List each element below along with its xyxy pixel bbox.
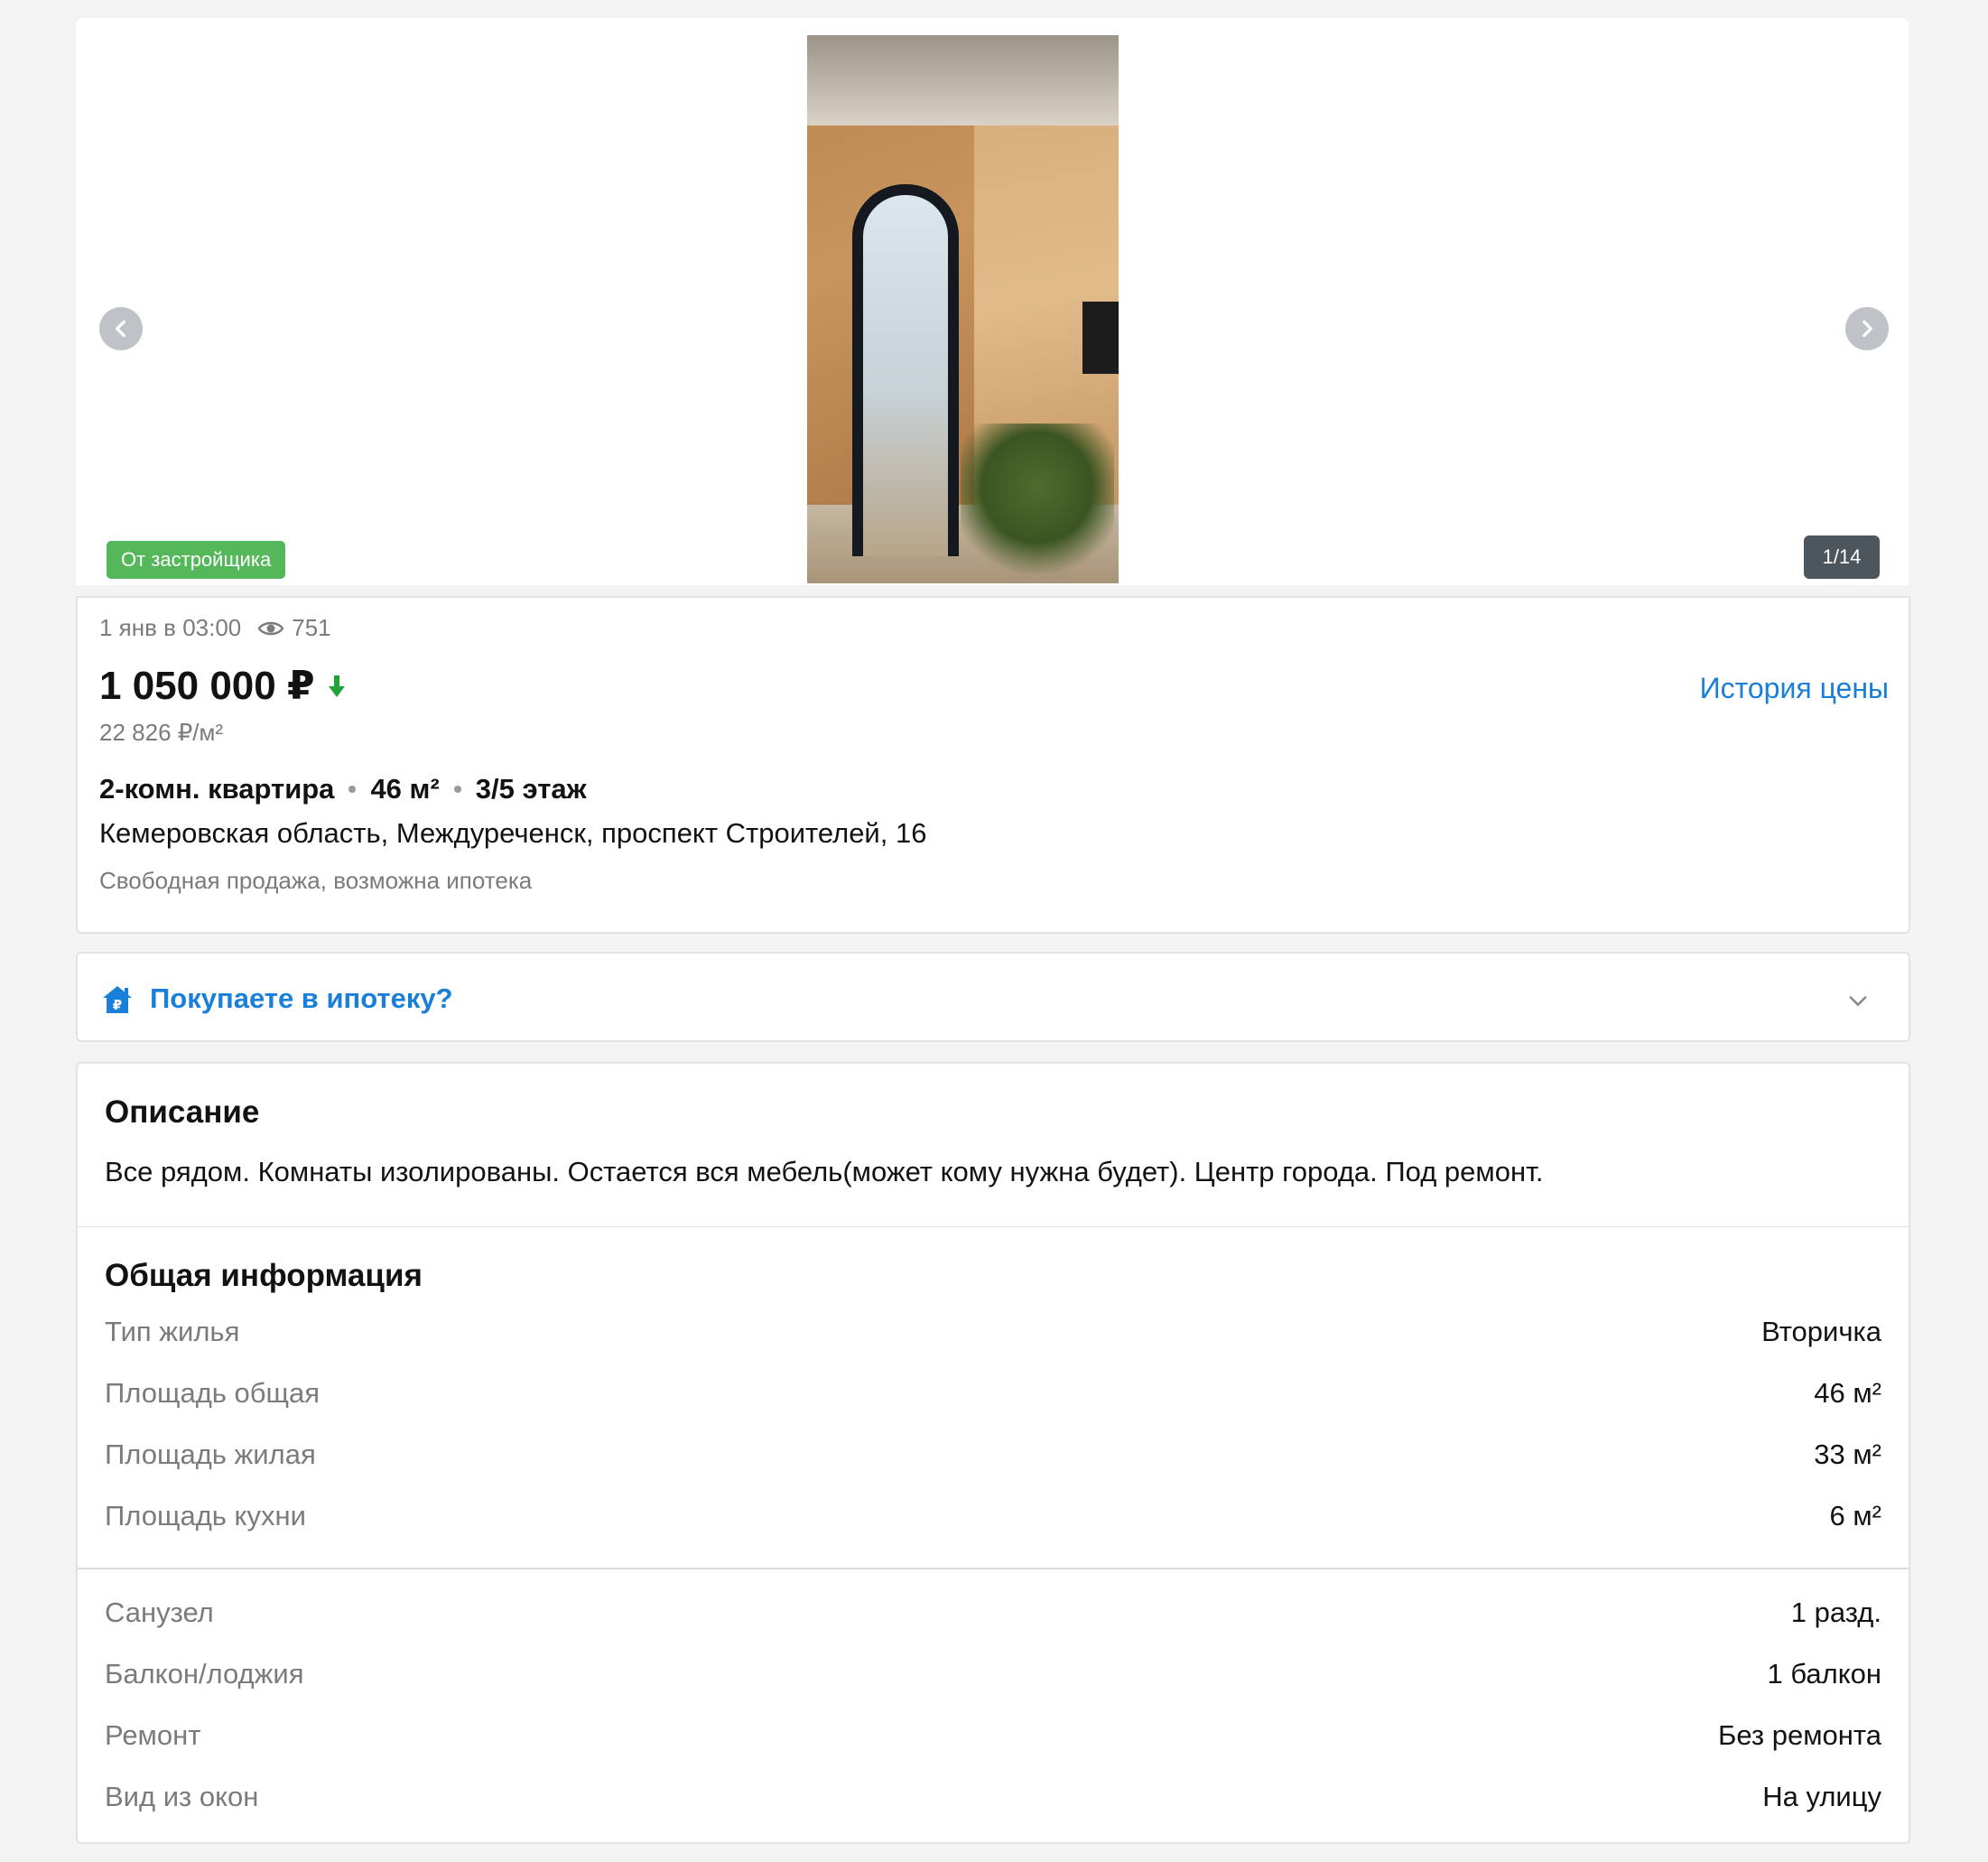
param-key: Тип жилья bbox=[105, 1316, 240, 1347]
photo-plant bbox=[961, 424, 1114, 583]
param-value: 1 балкон bbox=[1767, 1658, 1882, 1690]
param-value: Без ремонта bbox=[1718, 1719, 1881, 1751]
photo-counter: 1/14 bbox=[1804, 535, 1880, 579]
param-key: Балкон/лоджия bbox=[105, 1658, 304, 1690]
param-row: Площадь жилая 33 м² bbox=[105, 1438, 1881, 1475]
param-row: Площадь общая 46 м² bbox=[105, 1377, 1881, 1413]
chevron-right-icon bbox=[1863, 320, 1872, 338]
listing-photo[interactable] bbox=[807, 35, 1119, 583]
general-info-title: Общая информация bbox=[105, 1258, 423, 1293]
mortgage-accordion[interactable]: ₽ Покупаете в ипотеку? bbox=[76, 952, 1910, 1042]
chevron-down-icon[interactable] bbox=[1845, 988, 1871, 1013]
param-row: Вид из окон На улицу bbox=[105, 1781, 1881, 1817]
param-key: Ремонт bbox=[105, 1719, 201, 1751]
param-key: Площадь общая bbox=[105, 1377, 320, 1409]
price: 1 050 000 ₽ bbox=[99, 664, 315, 708]
price-row: 1 050 000 ₽ bbox=[99, 663, 346, 709]
sale-terms: Свободная продажа, возможна ипотека bbox=[99, 867, 533, 894]
listing-info-card: 1 янв в 03:00 751 1 050 000 ₽ История це… bbox=[76, 596, 1910, 934]
param-key: Вид из окон bbox=[105, 1781, 259, 1812]
param-row: Площадь кухни 6 м² bbox=[105, 1500, 1881, 1536]
listing-meta: 1 янв в 03:00 751 bbox=[99, 614, 331, 642]
chevron-left-icon bbox=[116, 320, 125, 338]
param-value: 1 разд. bbox=[1790, 1597, 1881, 1628]
separator-dot bbox=[348, 786, 357, 793]
additional-info-section: Санузел 1 разд. Балкон/лоджия 1 балкон Р… bbox=[76, 1568, 1910, 1844]
price-per-m2: 22 826 ₽/м² bbox=[99, 719, 224, 746]
param-key: Санузел bbox=[105, 1597, 214, 1628]
gallery-prev-button[interactable] bbox=[99, 307, 143, 350]
price-history-link[interactable]: История цены bbox=[1700, 672, 1889, 705]
description-title: Описание bbox=[105, 1094, 260, 1130]
view-count: 751 bbox=[292, 614, 331, 641]
description-section: Описание Все рядом. Комнаты изолированы.… bbox=[76, 1062, 1910, 1228]
param-row: Тип жилья Вторичка bbox=[105, 1316, 1881, 1352]
listing-summary: 2-комн. квартира 46 м² 3/5 этаж bbox=[99, 773, 587, 805]
photo-ceiling bbox=[807, 35, 1119, 126]
eye-icon bbox=[257, 619, 284, 638]
param-value: 46 м² bbox=[1814, 1377, 1881, 1409]
total-area: 46 м² bbox=[370, 773, 440, 805]
description-text: Все рядом. Комнаты изолированы. Остается… bbox=[105, 1156, 1544, 1187]
house-ruble-icon: ₽ bbox=[103, 986, 132, 1013]
rooms: 2-комн. квартира bbox=[99, 773, 335, 805]
param-key: Площадь жилая bbox=[105, 1438, 316, 1470]
photo-arch bbox=[852, 184, 959, 556]
param-row: Ремонт Без ремонта bbox=[105, 1719, 1881, 1755]
param-value: 6 м² bbox=[1829, 1500, 1882, 1531]
publish-date: 1 янв в 03:00 bbox=[99, 614, 242, 641]
param-row: Балкон/лоджия 1 балкон bbox=[105, 1658, 1881, 1694]
photo-tv bbox=[1082, 302, 1119, 374]
param-row: Санузел 1 разд. bbox=[105, 1597, 1881, 1633]
photo-gallery: От застройщика 1/14 bbox=[76, 18, 1909, 585]
general-info-section: Общая информация Тип жилья Вторичка Площ… bbox=[76, 1226, 1910, 1569]
separator-dot bbox=[453, 786, 461, 793]
mortgage-label[interactable]: Покупаете в ипотеку? bbox=[150, 982, 453, 1015]
gallery-next-button[interactable] bbox=[1845, 307, 1889, 350]
address: Кемеровская область, Междуреченск, просп… bbox=[99, 817, 927, 849]
param-value: На улицу bbox=[1762, 1781, 1881, 1812]
param-value: Вторичка bbox=[1761, 1316, 1881, 1347]
param-key: Площадь кухни bbox=[105, 1500, 306, 1531]
price-down-arrow-icon bbox=[328, 674, 346, 699]
developer-badge: От застройщика bbox=[107, 541, 286, 579]
param-value: 33 м² bbox=[1814, 1438, 1881, 1470]
svg-text:₽: ₽ bbox=[113, 997, 122, 1013]
floor: 3/5 этаж bbox=[475, 773, 587, 805]
